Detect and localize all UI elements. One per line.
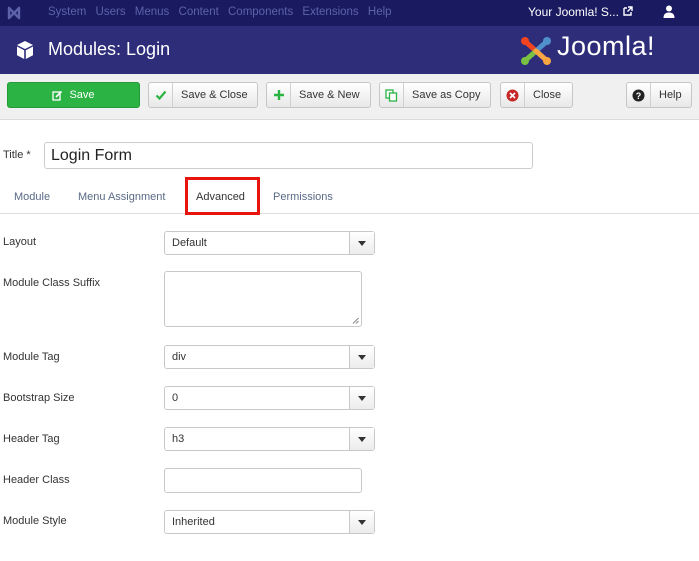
chevron-down-icon — [349, 232, 374, 254]
header-tag-value: h3 — [172, 433, 185, 445]
resize-grip-icon[interactable] — [352, 317, 359, 324]
active-tab-highlight — [185, 177, 260, 215]
help-button[interactable]: ? Help — [626, 82, 692, 108]
close-button[interactable]: Close — [500, 82, 573, 108]
module-style-select[interactable]: Inherited — [164, 510, 375, 534]
bootstrap-size-value: 0 — [172, 392, 179, 404]
menu-item-components[interactable]: Components — [228, 6, 293, 18]
site-link-label: Your Joomla! S... — [528, 5, 619, 19]
title-label: Title * — [3, 149, 31, 161]
joomla-brand-logo-icon — [521, 37, 551, 65]
module-class-suffix-label: Module Class Suffix — [3, 277, 101, 289]
save-close-label: Save & Close — [181, 89, 248, 101]
close-label: Close — [533, 89, 562, 101]
toolbar: Save Save & Close Save & New Save as Cop… — [0, 74, 699, 120]
header-tag-select[interactable]: h3 — [164, 427, 375, 451]
user-icon[interactable] — [662, 4, 676, 20]
external-link-icon — [623, 6, 633, 16]
save-close-button[interactable]: Save & Close — [148, 82, 258, 108]
tab-permissions[interactable]: Permissions — [273, 191, 333, 203]
chevron-down-icon — [349, 387, 374, 409]
menu-item-menus[interactable]: Menus — [135, 6, 170, 18]
bootstrap-size-label: Bootstrap Size — [3, 392, 75, 404]
tab-module[interactable]: Module — [14, 191, 50, 203]
page-title: Modules: Login — [48, 39, 171, 59]
module-style-value: Inherited — [172, 516, 215, 528]
module-tag-label: Module Tag — [3, 351, 60, 363]
layout-value: Default — [172, 237, 207, 249]
save-button-label: Save — [69, 89, 95, 101]
save-copy-button[interactable]: Save as Copy — [379, 82, 491, 108]
layout-select[interactable]: Default — [164, 231, 375, 255]
bootstrap-size-select[interactable]: 0 — [164, 386, 375, 410]
top-nav-bar: System Users Menus Content Components Ex… — [0, 0, 699, 26]
header-tag-label: Header Tag — [3, 433, 60, 445]
header-class-input[interactable] — [164, 468, 362, 493]
check-icon — [149, 83, 173, 107]
menu-item-help[interactable]: Help — [368, 6, 392, 18]
save-copy-label: Save as Copy — [412, 89, 481, 101]
menu-item-system[interactable]: System — [48, 6, 86, 18]
chevron-down-icon — [349, 346, 374, 368]
question-icon: ? — [627, 83, 651, 107]
chevron-down-icon — [349, 428, 374, 450]
save-button[interactable]: Save — [7, 82, 140, 108]
tab-bar: Module Menu Assignment Advanced Permissi… — [0, 180, 699, 214]
help-label: Help — [659, 89, 682, 101]
main-menu: System Users Menus Content Components Ex… — [48, 6, 398, 18]
chevron-down-icon — [349, 511, 374, 533]
module-style-label: Module Style — [3, 515, 67, 527]
menu-item-extensions[interactable]: Extensions — [302, 6, 358, 18]
joomla-brand-text: Joomla! — [557, 31, 656, 61]
joomla-logo-icon[interactable] — [4, 3, 24, 23]
tab-menu-assignment[interactable]: Menu Assignment — [78, 191, 165, 203]
copy-icon — [380, 83, 404, 107]
page-header: Modules: Login Joomla! — [0, 26, 699, 74]
site-link[interactable]: Your Joomla! S... — [528, 5, 633, 19]
edit-icon — [52, 90, 63, 101]
menu-item-users[interactable]: Users — [96, 6, 126, 18]
svg-text:?: ? — [636, 91, 642, 101]
cancel-icon — [501, 83, 525, 107]
module-class-suffix-textarea[interactable] — [164, 271, 362, 327]
title-input[interactable] — [44, 142, 533, 169]
layout-label: Layout — [3, 236, 37, 248]
header-class-label: Header Class — [3, 474, 70, 486]
module-tag-select[interactable]: div — [164, 345, 375, 369]
cube-icon — [17, 41, 33, 59]
menu-item-content[interactable]: Content — [179, 6, 219, 18]
save-new-button[interactable]: Save & New — [266, 82, 371, 108]
save-new-label: Save & New — [299, 89, 360, 101]
module-tag-value: div — [172, 351, 187, 363]
plus-icon — [267, 83, 291, 107]
